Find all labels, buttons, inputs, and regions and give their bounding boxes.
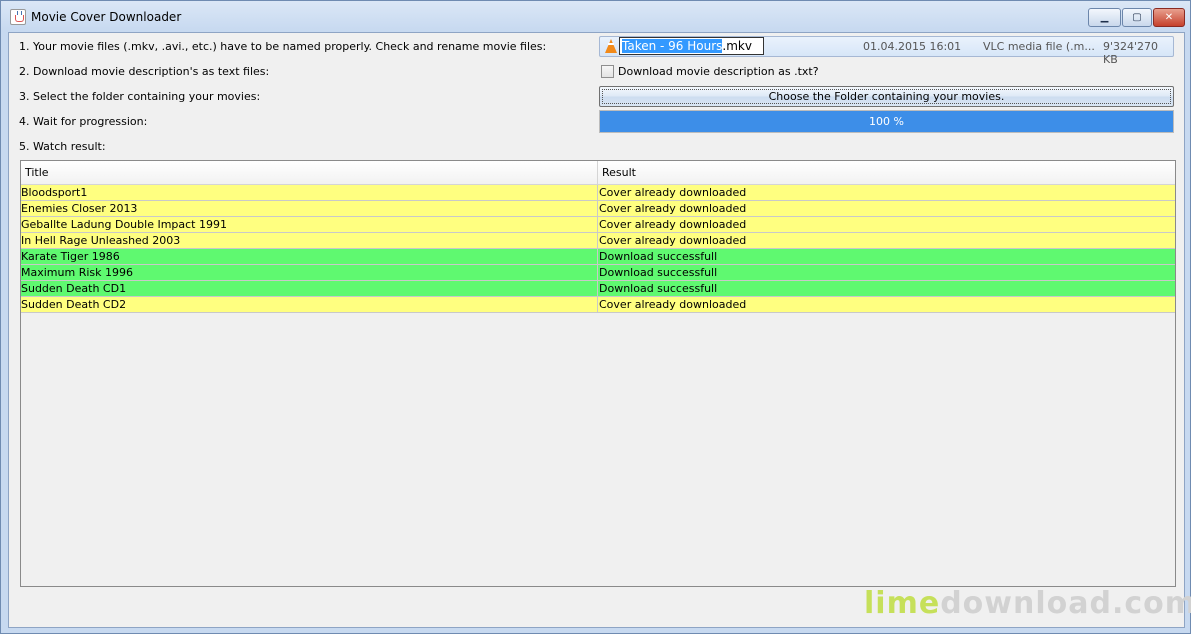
table-row[interactable]: Maximum Risk 1996 Download successfull [21, 265, 1175, 281]
table-row[interactable]: Karate Tiger 1986 Download successfull [21, 249, 1175, 265]
file-date: 01.04.2015 16:01 [863, 40, 962, 53]
table-row[interactable]: Sudden Death CD2 Cover already downloaded [21, 297, 1175, 313]
cell-result: Download successfull [599, 282, 718, 295]
rename-selected-text: Taken - 96 Hours [622, 39, 723, 53]
choose-folder-button[interactable]: Choose the Folder containing your movies… [599, 86, 1174, 107]
step-2-label: 2. Download movie description's as text … [19, 65, 270, 78]
table-header: Title Result [21, 161, 1175, 185]
table-row[interactable]: Sudden Death CD1 Download successfull [21, 281, 1175, 297]
rename-extension: .mkv [722, 39, 752, 53]
table-row[interactable]: Bloodsport1 Cover already downloaded [21, 185, 1175, 201]
file-size: 9'324'270 KB [1103, 40, 1159, 66]
cell-title: Maximum Risk 1996 [21, 265, 598, 280]
app-window: Movie Cover Downloader ▁ ▢ ✕ 1. Your mov… [0, 0, 1191, 634]
cell-result: Download successfull [599, 250, 718, 263]
cell-result: Cover already downloaded [599, 298, 747, 311]
close-button[interactable]: ✕ [1153, 8, 1185, 27]
result-table[interactable]: Title Result Bloodsport1 Cover already do… [20, 160, 1176, 587]
column-header-title[interactable]: Title [21, 161, 598, 185]
step-5-label: 5. Watch result: [19, 140, 106, 153]
table-body: Bloodsport1 Cover already downloaded Enemi… [21, 185, 1175, 313]
maximize-button[interactable]: ▢ [1122, 8, 1152, 27]
step-4-label: 4. Wait for progression: [19, 115, 148, 128]
cell-title: Geballte Ladung Double Impact 1991 [21, 217, 598, 232]
cell-title: Karate Tiger 1986 [21, 249, 598, 264]
cell-title: Bloodsport1 [21, 185, 598, 200]
description-checkbox-label[interactable]: Download movie description as .txt? [618, 65, 819, 78]
progress-label: 100 % [869, 115, 904, 128]
cell-result: Cover already downloaded [599, 218, 747, 231]
table-row[interactable]: In Hell Rage Unleashed 2003 Cover already… [21, 233, 1175, 249]
step-3-label: 3. Select the folder containing your mov… [19, 90, 261, 103]
content-panel: 1. Your movie files (.mkv, .avi., etc.) … [8, 32, 1185, 628]
cell-title: Enemies Closer 2013 [21, 201, 598, 216]
cell-result: Cover already downloaded [599, 186, 747, 199]
cell-result: Cover already downloaded [599, 234, 747, 247]
window-title: Movie Cover Downloader [31, 10, 182, 24]
cell-title: Sudden Death CD1 [21, 281, 598, 296]
cell-title: Sudden Death CD2 [21, 297, 598, 312]
watermark-logo: limedownload.com [864, 586, 1191, 621]
rename-input[interactable]: Taken - 96 Hours.mkv [619, 37, 764, 55]
java-app-icon [10, 9, 26, 25]
step-1-label: 1. Your movie files (.mkv, .avi., etc.) … [19, 40, 547, 53]
table-row[interactable]: Geballte Ladung Double Impact 1991 Cover … [21, 217, 1175, 233]
column-header-result[interactable]: Result [598, 161, 1175, 185]
minimize-button[interactable]: ▁ [1088, 8, 1121, 27]
cell-result: Cover already downloaded [599, 202, 747, 215]
table-row[interactable]: Enemies Closer 2013 Cover already downloa… [21, 201, 1175, 217]
file-type: VLC media file (.m... [983, 40, 1095, 53]
watermark-part-2: download.com [940, 586, 1191, 621]
description-checkbox[interactable] [601, 65, 614, 78]
progress-bar: 100 % [599, 110, 1174, 133]
file-list-item[interactable]: Taken - 96 Hours.mkv 01.04.2015 16:01 VL… [599, 36, 1174, 66]
cell-result: Download successfull [599, 266, 718, 279]
title-bar[interactable]: Movie Cover Downloader ▁ ▢ ✕ [1, 1, 1190, 33]
watermark-part-1: lime [864, 586, 941, 621]
cell-title: In Hell Rage Unleashed 2003 [21, 233, 598, 248]
vlc-cone-icon [605, 39, 617, 53]
